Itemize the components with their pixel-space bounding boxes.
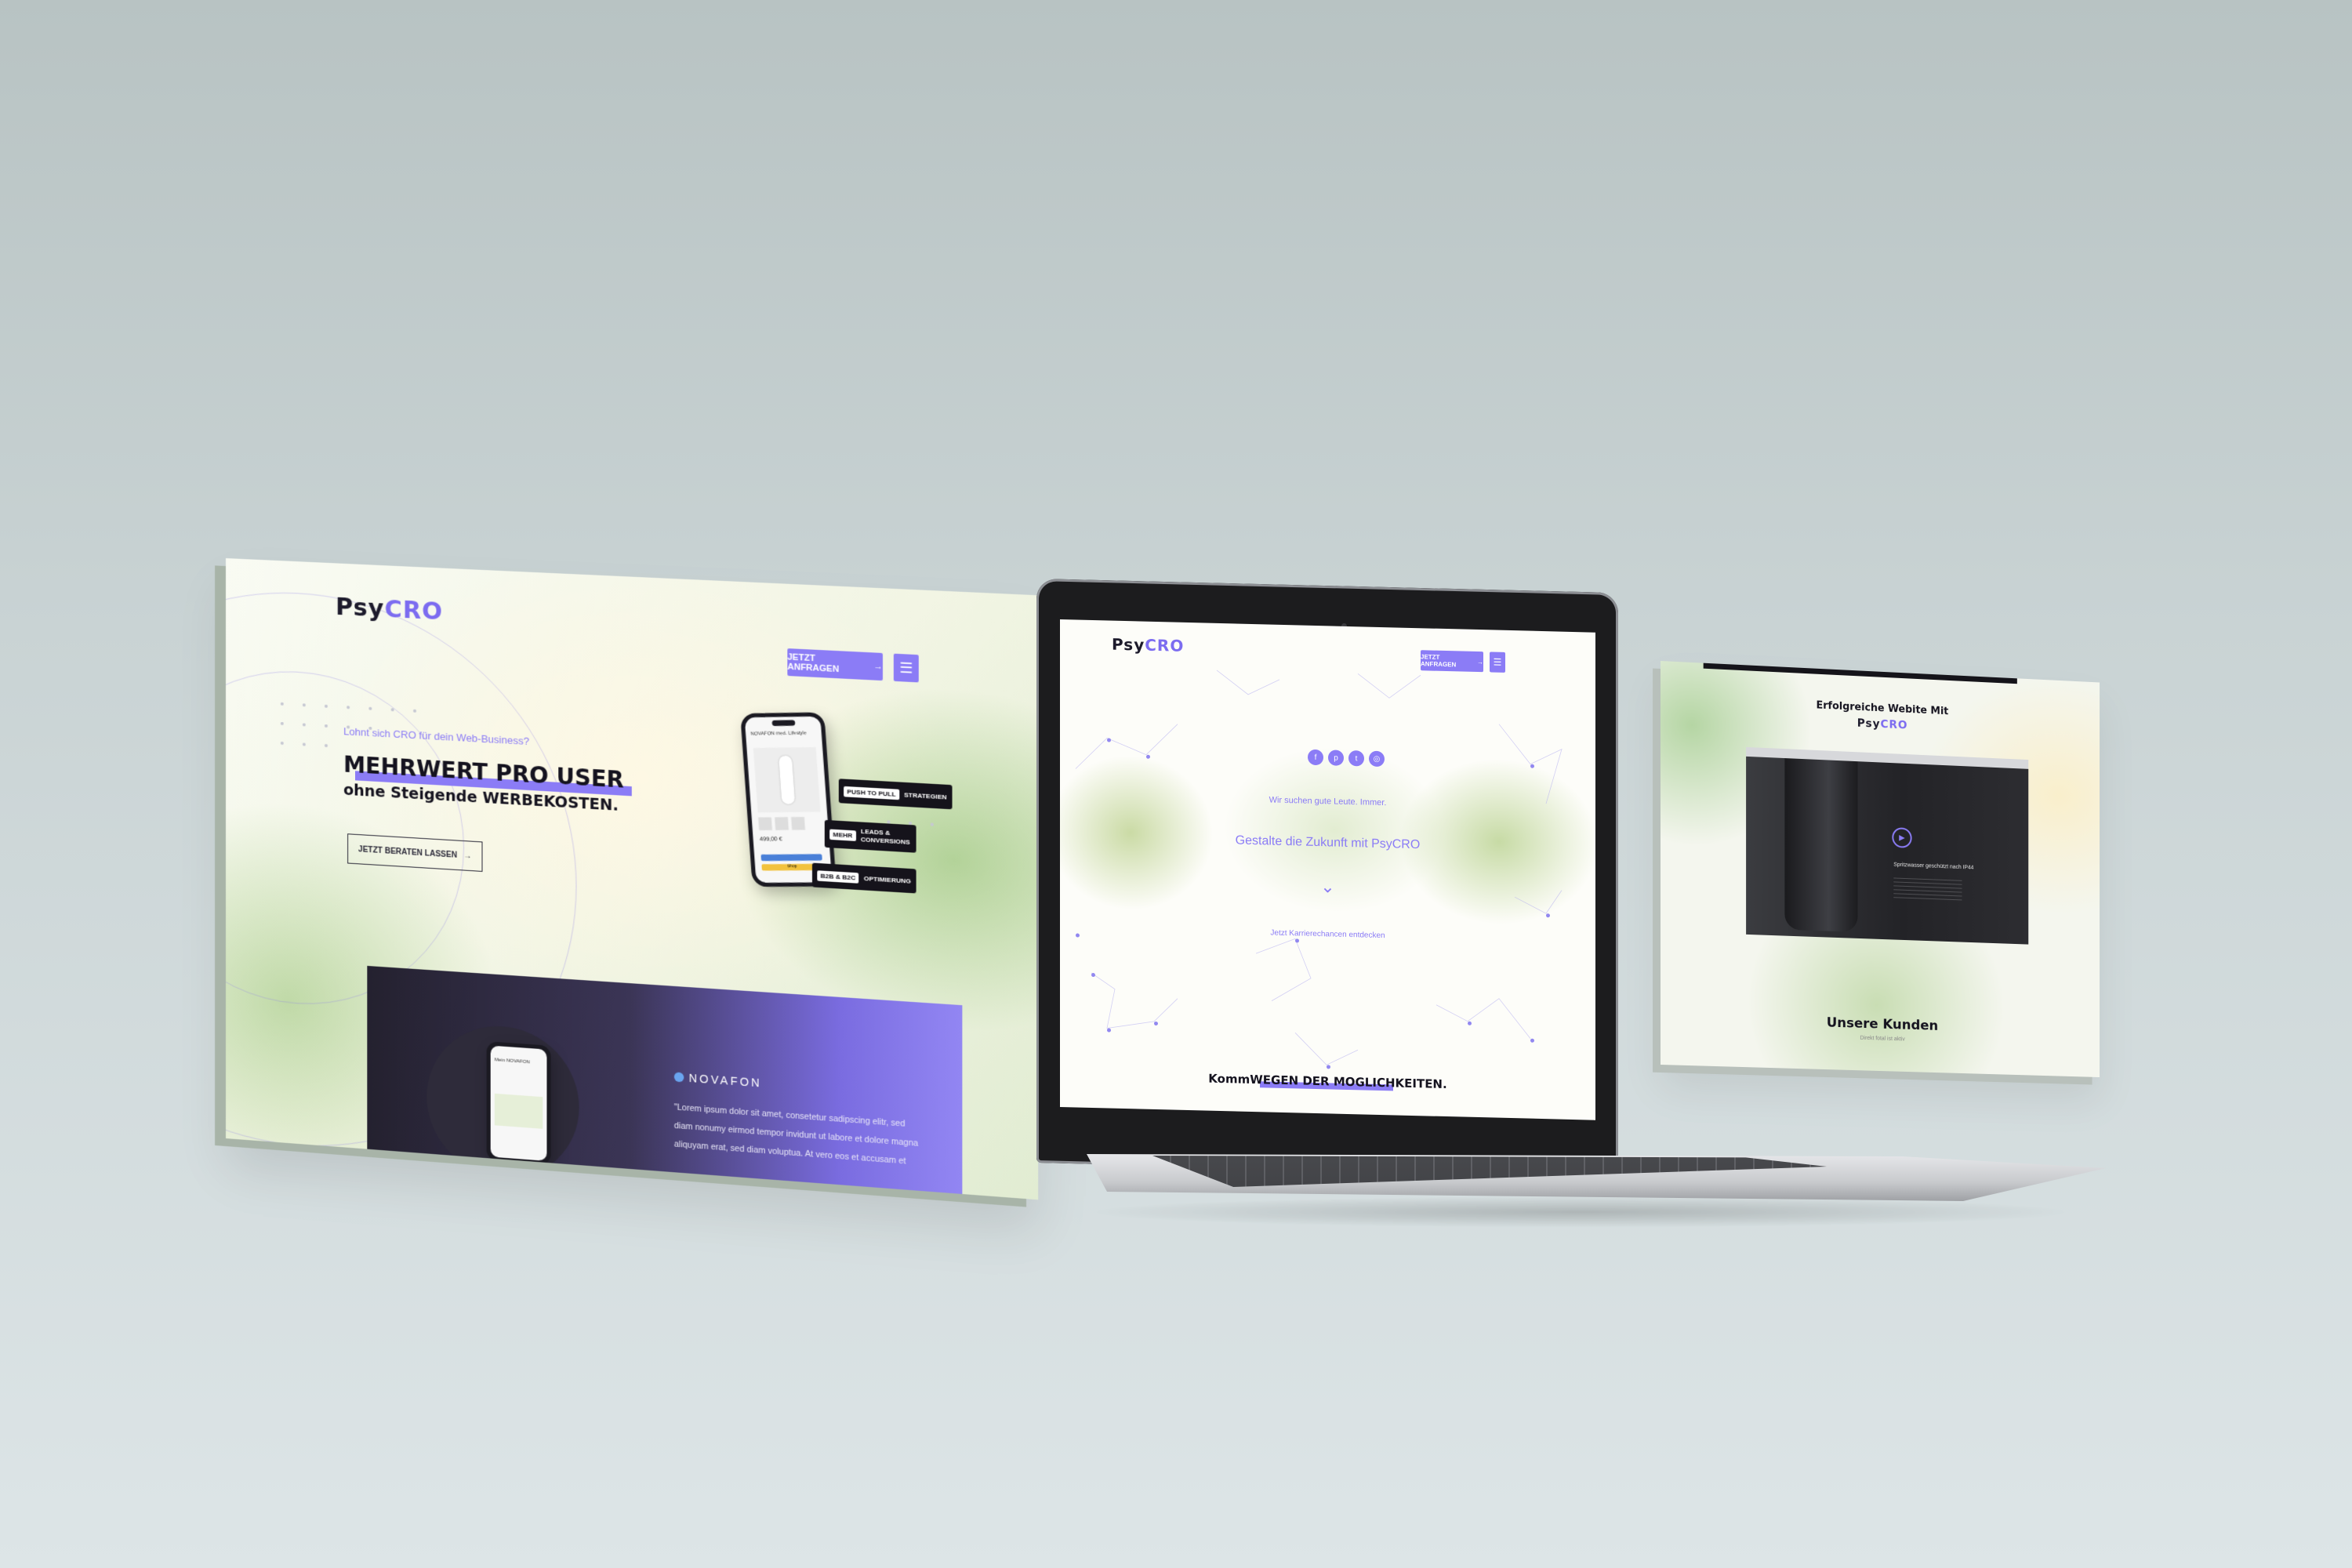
hamburger-icon: ☰	[1494, 657, 1502, 668]
case-phone-mockup: Mein NOVAFON	[487, 1041, 551, 1165]
novafon-logo-icon	[674, 1072, 684, 1082]
hamburger-icon: ☰	[899, 659, 913, 677]
novafon-brand: NOVAFON	[674, 1070, 762, 1089]
laptop-shadow	[1087, 1196, 2074, 1228]
instagram-icon[interactable]: ◎	[1369, 751, 1385, 767]
phone-price: 499,00 €	[760, 837, 782, 842]
mock-caption: Spritzwasser geschützt nach IP44	[1893, 862, 1973, 871]
network-graph	[1060, 619, 1595, 1120]
phone-add-to-cart[interactable]	[760, 854, 822, 861]
mock-body-text	[1893, 877, 1962, 900]
laptop-hamburger-button[interactable]: ☰	[1490, 652, 1505, 672]
product-website-mockup: ▶ Spritzwasser geschützt nach IP44	[1746, 747, 2028, 945]
psycro-logo[interactable]: PsyCRO	[336, 593, 443, 626]
dot-grid	[226, 558, 1038, 595]
arrow-right-icon: →	[873, 662, 883, 672]
phone-product-image	[753, 747, 821, 812]
twitter-icon[interactable]: t	[1348, 750, 1364, 766]
tag-b2b-b2c: B2B & B2C OPTIMIERUNG	[812, 863, 916, 894]
top-bar	[1704, 663, 2017, 684]
phone-mockup: NOVAFON med. Lifestyle 499,00 € Shop	[740, 712, 837, 887]
facebook-icon[interactable]: f	[1308, 750, 1323, 765]
laptop-website-screen: PsyCRO JETZT ANFRAGEN → ☰ f p t ◎ Wir suc…	[1060, 619, 1595, 1120]
case-study-section: Mein NOVAFON NOVAFON "Lorem ipsum dolor …	[367, 966, 962, 1200]
mock-product-image	[1784, 758, 1857, 932]
arrow-right-icon: →	[463, 851, 471, 861]
case-phone-heading: Mein NOVAFON	[495, 1058, 530, 1065]
arrow-right-icon: →	[1477, 659, 1483, 666]
tag-push-to-pull: PUSH TO PULL STRATEGIEN	[839, 779, 952, 809]
phone-product-title: NOVAFON med. Lifestyle	[750, 731, 816, 736]
tag-mehr-leads: MEHR LEADS & CONVERSIONS	[825, 820, 916, 853]
play-icon[interactable]: ▶	[1892, 827, 1911, 848]
case-quote: "Lorem ipsum dolor sit amet, consetetur …	[674, 1098, 947, 1174]
laptop-jetzt-anfragen-button[interactable]: JETZT ANFRAGEN →	[1421, 650, 1483, 672]
hamburger-menu-button[interactable]: ☰	[894, 654, 919, 683]
pinterest-icon[interactable]: p	[1328, 750, 1344, 765]
left-website-screen: PsyCRO JETZT ANFRAGEN → ☰ Lohnt sich CRO …	[226, 558, 1038, 1200]
phone-notch	[772, 720, 796, 726]
right-website-screen: Erfolgreiche Webite Mit PsyCRO ▶ Spritzw…	[1661, 661, 2100, 1077]
laptop-psycro-logo[interactable]: PsyCRO	[1112, 635, 1184, 655]
jetzt-anfragen-button[interactable]: JETZT ANFRAGEN →	[787, 648, 883, 681]
